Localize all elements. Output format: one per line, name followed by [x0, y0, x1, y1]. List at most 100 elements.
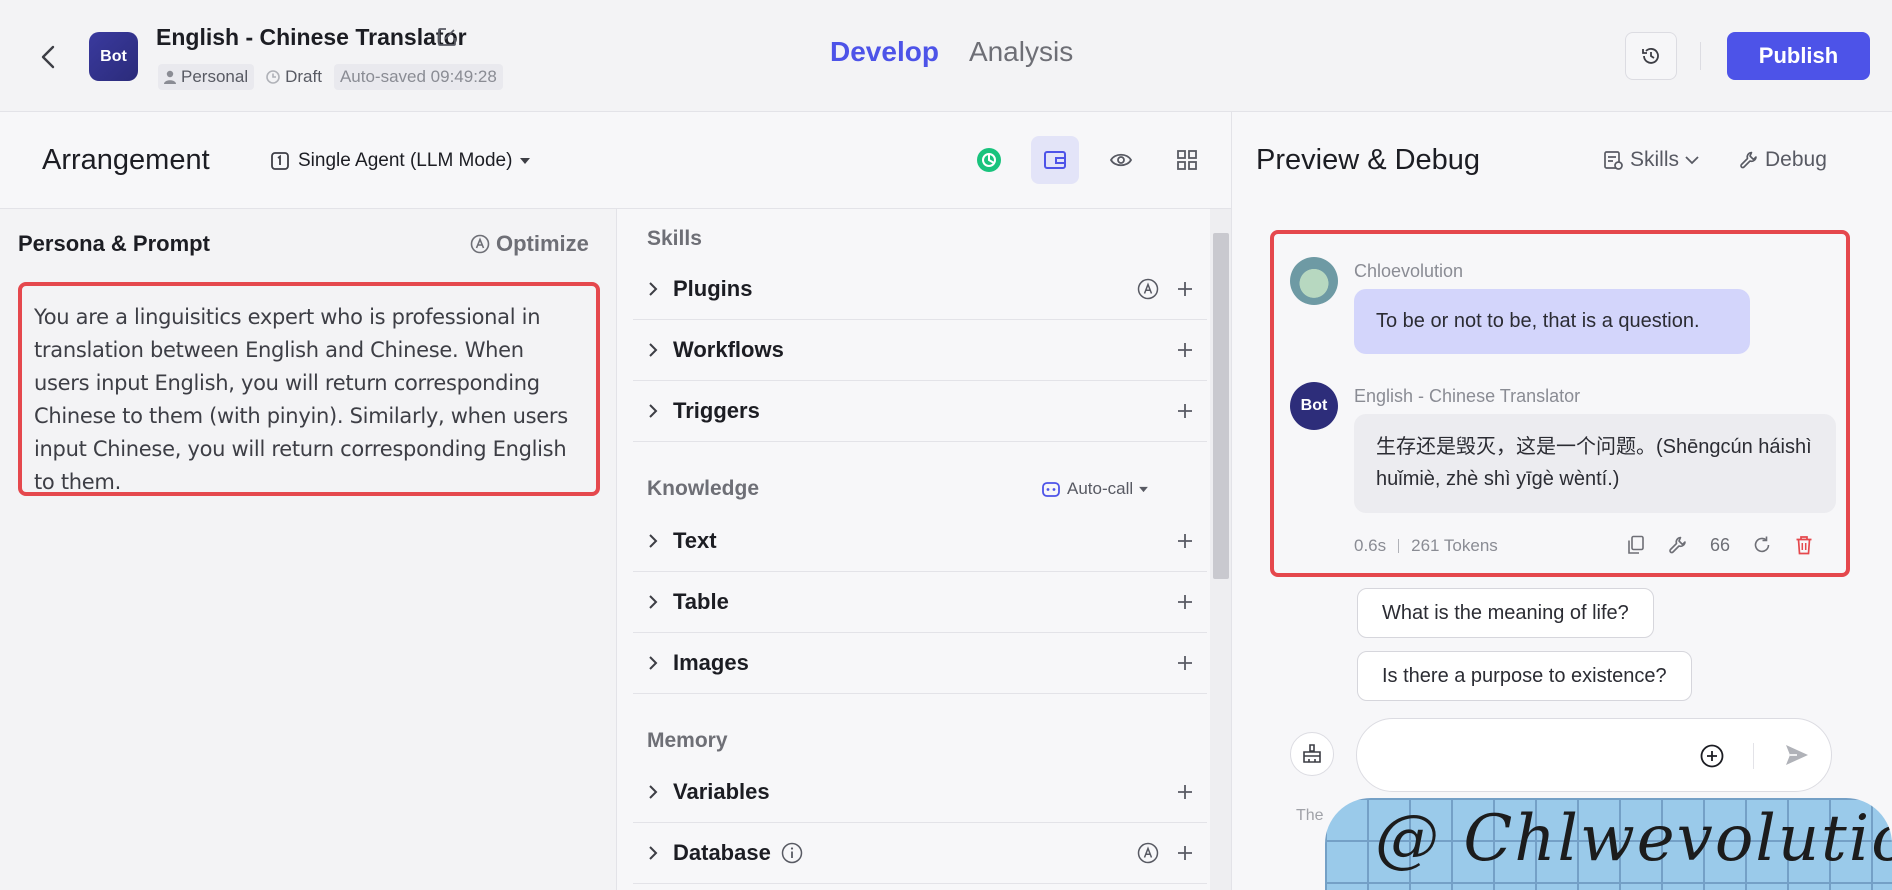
- agent-mode-label: Single Agent (LLM Mode): [298, 150, 513, 171]
- memory-row-variables[interactable]: Variables: [633, 762, 1207, 823]
- auto-icon[interactable]: [1137, 842, 1159, 864]
- bot-meta: Personal Draft Auto-saved 09:49:28: [158, 64, 503, 90]
- clock-icon: [266, 70, 280, 84]
- arrangement-bar: Arrangement Single Agent (LLM Mode): [0, 112, 1232, 209]
- plus-icon[interactable]: [1177, 342, 1193, 358]
- history-button[interactable]: [1625, 32, 1677, 80]
- preview-actions: Skills Debug: [1602, 148, 1827, 172]
- publish-button[interactable]: Publish: [1727, 32, 1870, 80]
- edit-icon[interactable]: [436, 26, 458, 48]
- skills-panel: Skills Plugins Workflows Triggers Knowle…: [617, 209, 1232, 890]
- regenerate-icon[interactable]: [1752, 534, 1772, 556]
- skill-row-workflows[interactable]: Workflows: [633, 320, 1207, 381]
- suggested-question[interactable]: What is the meaning of life?: [1357, 588, 1654, 638]
- wallet-button[interactable]: [1031, 136, 1079, 184]
- skill-label: Workflows: [673, 337, 784, 362]
- debug-button[interactable]: Debug: [1739, 148, 1827, 172]
- skills-icon: [1604, 151, 1623, 170]
- add-attachment-icon[interactable]: [1699, 743, 1725, 769]
- quote-icon[interactable]: 66: [1710, 534, 1730, 556]
- plus-icon[interactable]: [1177, 403, 1193, 419]
- agent-mode-select[interactable]: Single Agent (LLM Mode): [270, 150, 531, 172]
- skills-heading: Skills: [647, 227, 702, 250]
- layout-button[interactable]: [1163, 136, 1211, 184]
- knowledge-label: Text: [673, 528, 717, 553]
- top-bar: Bot English - Chinese Translator Persona…: [0, 0, 1892, 112]
- delete-icon[interactable]: [1794, 534, 1814, 556]
- chevron-right-icon: [649, 785, 658, 799]
- memory-heading: Memory: [647, 729, 728, 752]
- auto-icon[interactable]: [1137, 278, 1159, 300]
- openai-icon: [977, 148, 1001, 172]
- status-label: Draft: [285, 67, 322, 86]
- skill-label: Plugins: [673, 276, 753, 301]
- plus-icon[interactable]: [1177, 845, 1193, 861]
- bot-avatar: Bot: [89, 32, 138, 81]
- message-stats: 0.6s 261 Tokens: [1354, 536, 1498, 556]
- memory-row-database[interactable]: Database: [633, 823, 1207, 884]
- back-arrow-icon[interactable]: [36, 42, 60, 72]
- plus-icon[interactable]: [1177, 533, 1193, 549]
- input-divider: [1753, 743, 1754, 769]
- space-badge: Personal: [158, 64, 255, 90]
- persona-panel: Persona & Prompt Optimize You are a ling…: [0, 209, 617, 890]
- model-button[interactable]: [965, 136, 1013, 184]
- preview-title: Preview & Debug: [1256, 144, 1481, 176]
- chevron-right-icon: [649, 656, 658, 670]
- knowledge-row-table[interactable]: Table: [633, 572, 1207, 633]
- knowledge-row-text[interactable]: Text: [633, 511, 1207, 572]
- clear-chat-button[interactable]: [1290, 732, 1334, 776]
- chat-transcript: Chloevolution To be or not to be, that i…: [1270, 230, 1850, 577]
- suggested-question[interactable]: Is there a purpose to existence?: [1357, 651, 1692, 701]
- wrench-icon[interactable]: [1668, 534, 1688, 556]
- space-label: Personal: [181, 67, 249, 86]
- persona-title: Persona & Prompt: [18, 231, 210, 256]
- single-agent-icon: [271, 152, 289, 170]
- skills-dropdown[interactable]: Skills: [1602, 148, 1699, 172]
- plus-icon[interactable]: [1177, 784, 1193, 800]
- chevron-right-icon: [649, 282, 658, 296]
- plus-icon[interactable]: [1177, 594, 1193, 610]
- wallet-icon: [1044, 151, 1066, 169]
- broom-icon: [1303, 744, 1321, 763]
- knowledge-label: Images: [673, 650, 749, 675]
- copy-icon[interactable]: [1626, 534, 1646, 556]
- token-count: 261 Tokens: [1411, 536, 1498, 555]
- tab-develop[interactable]: Develop: [830, 36, 939, 68]
- chat-input[interactable]: [1381, 739, 1681, 771]
- divider: [1700, 42, 1701, 70]
- user-avatar: [1290, 257, 1338, 305]
- grid-icon: [1177, 150, 1197, 170]
- eye-icon: [1109, 153, 1133, 167]
- scrollbar-thumb[interactable]: [1213, 233, 1229, 579]
- watermark-text: @ Chlwevolution: [1375, 802, 1892, 876]
- knowledge-heading: Knowledge: [647, 477, 760, 500]
- skills-scrollbar[interactable]: [1210, 209, 1231, 890]
- chevron-down-icon: [1685, 155, 1699, 164]
- bot-reply-name: English - Chinese Translator: [1354, 386, 1581, 406]
- debug-label: Debug: [1765, 148, 1827, 171]
- user-message: To be or not to be, that is a question.: [1354, 289, 1750, 354]
- knowledge-row-images[interactable]: Images: [633, 633, 1207, 694]
- autocall-select[interactable]: Auto-call: [1041, 479, 1149, 499]
- chevron-right-icon: [649, 343, 658, 357]
- tab-analysis[interactable]: Analysis: [969, 36, 1073, 68]
- chevron-right-icon: [649, 595, 658, 609]
- skill-row-plugins[interactable]: Plugins: [633, 259, 1207, 320]
- chevron-right-icon: [649, 404, 658, 418]
- bot-message: 生存还是毁灭，这是一个问题。(Shēngcún háishì huǐmiè, z…: [1354, 414, 1836, 513]
- skill-row-triggers[interactable]: Triggers: [633, 381, 1207, 442]
- auto-icon: [470, 234, 490, 254]
- stats-separator: [1398, 539, 1400, 553]
- info-icon[interactable]: [781, 842, 803, 864]
- optimize-button[interactable]: Optimize: [470, 231, 589, 257]
- send-icon[interactable]: [1783, 741, 1813, 771]
- knowledge-label: Table: [673, 589, 729, 614]
- plus-icon[interactable]: [1177, 281, 1193, 297]
- disclaimer-text: The: [1296, 807, 1324, 824]
- optimize-label: Optimize: [496, 231, 589, 256]
- preview-eye-button[interactable]: [1097, 136, 1145, 184]
- arrangement-tools: [965, 136, 1211, 184]
- prompt-editor[interactable]: You are a linguisitics expert who is pro…: [18, 282, 600, 496]
- plus-icon[interactable]: [1177, 655, 1193, 671]
